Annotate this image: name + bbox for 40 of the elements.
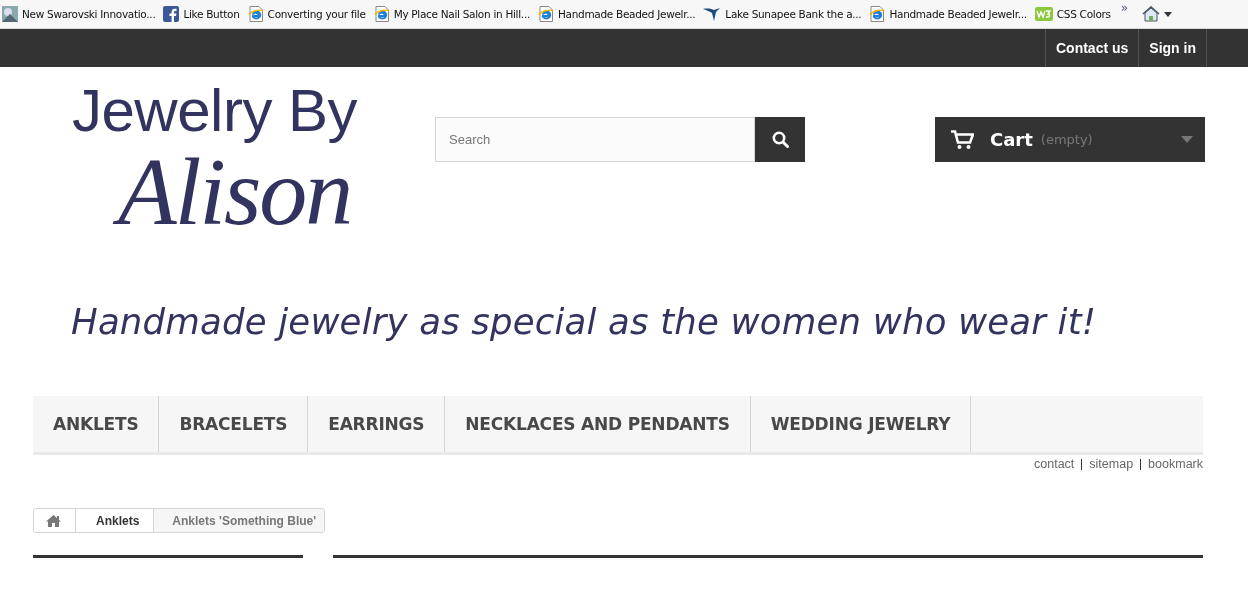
home-link[interactable] xyxy=(34,509,75,532)
menu-item[interactable]: ANKLETS xyxy=(33,396,160,452)
menu-item[interactable]: WEDDING JEWELRY xyxy=(750,396,972,452)
search-icon xyxy=(771,131,789,148)
dropdown-arrow-icon xyxy=(1181,136,1193,143)
favorites-bar-link[interactable]: CSS Colors xyxy=(1034,6,1111,22)
tagline: Handmade jewelry as special as the women who wear it! xyxy=(71,301,1097,342)
bird-icon xyxy=(703,7,722,21)
favorites-bar-link[interactable]: My Place Nail Salon in Hill... xyxy=(373,6,530,22)
favorites-bar-link[interactable]: Handmade Beaded Jewelr... xyxy=(869,6,1027,22)
breadcrumb-link[interactable]: Anklets xyxy=(75,509,154,532)
browser-page-icon xyxy=(869,6,886,22)
footer-link[interactable]: sitemap xyxy=(1081,459,1141,470)
breadcrumb-current[interactable]: Anklets 'Something Blue' xyxy=(153,509,325,532)
facebook-icon xyxy=(163,6,180,22)
favorites-bar-link[interactable]: Converting your file xyxy=(247,6,366,22)
footer-link[interactable]: bookmark xyxy=(1140,459,1210,470)
footer-link[interactable]: contact xyxy=(1027,459,1082,470)
favorites-bar-link[interactable]: Lake Sunapee Bank the a... xyxy=(703,6,862,22)
menu-item[interactable]: NECKLACES AND PENDANTS xyxy=(445,396,751,452)
photo-icon xyxy=(2,6,18,22)
cart-button[interactable]: Cart (empty) xyxy=(935,117,1205,162)
browser-page-icon xyxy=(537,6,554,22)
menu-item[interactable]: BRACELETS xyxy=(159,396,309,452)
dropdown-arrow-icon[interactable] xyxy=(1164,11,1173,17)
favorites-bar-link[interactable]: Handmade Beaded Jewelr... xyxy=(537,6,696,22)
cart-icon xyxy=(951,129,974,150)
top-nav-link[interactable]: Contact us xyxy=(1045,29,1139,67)
browser-page-icon xyxy=(373,6,390,22)
favorites-bar-link[interactable]: Like Button xyxy=(163,6,240,22)
search-field[interactable]: Search xyxy=(435,117,755,162)
search-button[interactable] xyxy=(755,117,805,162)
more-bookmarks-button[interactable]: » xyxy=(1120,1,1129,15)
favorites-bar-link[interactable]: New Swarovski Innovatio... xyxy=(2,6,156,22)
home-icon[interactable] xyxy=(1142,6,1161,22)
top-nav-link[interactable]: Sign in xyxy=(1138,29,1207,67)
w3-icon xyxy=(1034,7,1053,21)
home-icon xyxy=(46,514,61,527)
browser-page-icon xyxy=(247,6,264,22)
menu-item[interactable]: EARRINGS xyxy=(308,396,446,452)
